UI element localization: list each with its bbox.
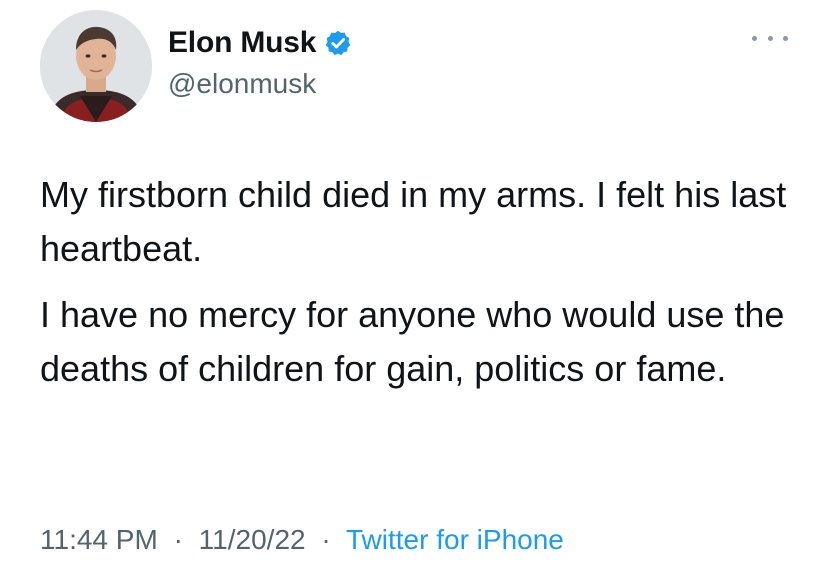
tweet-paragraph: My firstborn child died in my arms. I fe…	[40, 174, 787, 269]
tweet-card: Elon Musk @elonmusk My firstborn child d…	[0, 0, 828, 584]
tweet-date[interactable]: 11/20/22	[199, 524, 306, 555]
more-options-icon[interactable]	[752, 28, 788, 48]
verified-badge-icon	[324, 29, 352, 57]
more-dot	[752, 35, 757, 41]
meta-separator: ·	[321, 524, 331, 555]
author-handle[interactable]: @elonmusk	[168, 68, 316, 100]
meta-separator: ·	[173, 524, 183, 555]
author-name[interactable]: Elon Musk	[168, 26, 316, 60]
avatar[interactable]	[40, 10, 152, 122]
tweet-text: My firstborn child died in my arms. I fe…	[40, 168, 800, 408]
tweet-paragraph: I have no mercy for anyone who would use…	[40, 294, 785, 389]
tweet-meta: 11:44 PM · 11/20/22 · Twitter for iPhone	[40, 524, 564, 556]
tweet-time[interactable]: 11:44 PM	[40, 524, 158, 555]
more-dot	[767, 35, 773, 41]
more-dot	[783, 35, 788, 41]
avatar-photo	[40, 10, 152, 122]
tweet-source-link[interactable]: Twitter for iPhone	[346, 524, 564, 555]
author-name-row[interactable]: Elon Musk	[168, 26, 352, 60]
